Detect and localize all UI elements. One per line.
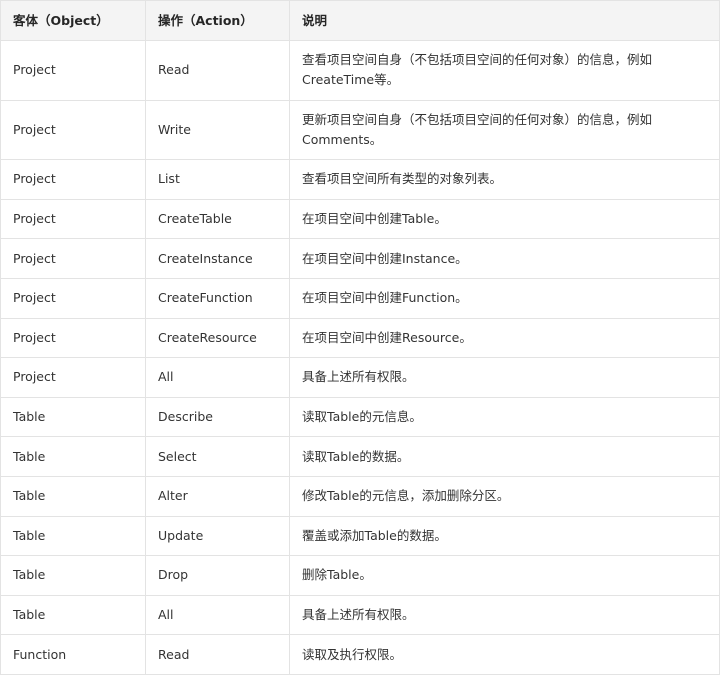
header-object: 客体（Object） (0, 0, 146, 41)
table-row: Table Select 读取Table的数据。 (0, 436, 720, 477)
cell-action: Write (145, 99, 290, 161)
cell-object: Table (0, 594, 146, 636)
cell-description: 修改Table的元信息，添加删除分区。 (289, 475, 720, 517)
table-row: Project CreateFunction 在项目空间中创建Function。 (0, 277, 720, 319)
cell-action: Update (145, 515, 290, 557)
cell-object: Project (0, 40, 146, 101)
table-row: Table Alter 修改Table的元信息，添加删除分区。 (0, 475, 720, 517)
table-row: Table All 具备上述所有权限。 (0, 594, 720, 636)
cell-description: 读取及执行权限。 (289, 634, 720, 675)
cell-object: Table (0, 436, 146, 477)
cell-object: Table (0, 555, 146, 596)
table-row: Project CreateResource 在项目空间中创建Resource。 (0, 317, 720, 359)
cell-action: CreateResource (145, 317, 290, 359)
cell-action: CreateInstance (145, 238, 290, 279)
cell-object: Project (0, 277, 146, 319)
cell-description: 查看项目空间所有类型的对象列表。 (289, 159, 720, 200)
cell-description: 在项目空间中创建Instance。 (289, 238, 720, 279)
header-action: 操作（Action） (145, 0, 290, 41)
cell-action: Read (145, 634, 290, 675)
cell-description: 在项目空间中创建Table。 (289, 198, 720, 240)
cell-object: Table (0, 515, 146, 557)
cell-description: 查看项目空间自身（不包括项目空间的任何对象）的信息，例如CreateTime等。 (289, 40, 720, 101)
table-row: Project CreateTable 在项目空间中创建Table。 (0, 198, 720, 240)
cell-action: Read (145, 40, 290, 101)
cell-description: 删除Table。 (289, 555, 720, 596)
table-row: Function Read 读取及执行权限。 (0, 634, 720, 675)
cell-description: 具备上述所有权限。 (289, 357, 720, 398)
cell-description: 读取Table的数据。 (289, 436, 720, 477)
cell-object: Project (0, 357, 146, 398)
table-row: Table Describe 读取Table的元信息。 (0, 396, 720, 438)
table-row: Table Drop 删除Table。 (0, 555, 720, 596)
cell-action: List (145, 159, 290, 200)
table-row: Project All 具备上述所有权限。 (0, 357, 720, 398)
cell-action: Alter (145, 475, 290, 517)
cell-object: Table (0, 396, 146, 438)
cell-description: 在项目空间中创建Resource。 (289, 317, 720, 359)
header-description: 说明 (289, 0, 720, 41)
cell-object: Project (0, 238, 146, 279)
cell-description: 在项目空间中创建Function。 (289, 277, 720, 319)
cell-action: Select (145, 436, 290, 477)
cell-object: Project (0, 198, 146, 240)
cell-object: Project (0, 317, 146, 359)
cell-description: 具备上述所有权限。 (289, 594, 720, 636)
cell-action: Describe (145, 396, 290, 438)
cell-description: 覆盖或添加Table的数据。 (289, 515, 720, 557)
permissions-table: 客体（Object） 操作（Action） 说明 Project Read 查看… (0, 0, 720, 675)
cell-description: 读取Table的元信息。 (289, 396, 720, 438)
table-row: Project CreateInstance 在项目空间中创建Instance。 (0, 238, 720, 279)
table-row: Project Read 查看项目空间自身（不包括项目空间的任何对象）的信息，例… (0, 40, 720, 101)
table-header-row: 客体（Object） 操作（Action） 说明 (0, 0, 720, 41)
cell-object: Function (0, 634, 146, 675)
cell-description: 更新项目空间自身（不包括项目空间的任何对象）的信息，例如Comments。 (289, 99, 720, 161)
cell-action: CreateTable (145, 198, 290, 240)
table-row: Project Write 更新项目空间自身（不包括项目空间的任何对象）的信息，… (0, 99, 720, 161)
cell-object: Project (0, 159, 146, 200)
cell-action: All (145, 594, 290, 636)
cell-object: Project (0, 99, 146, 161)
cell-action: CreateFunction (145, 277, 290, 319)
cell-object: Table (0, 475, 146, 517)
table-row: Project List 查看项目空间所有类型的对象列表。 (0, 159, 720, 200)
table-row: Table Update 覆盖或添加Table的数据。 (0, 515, 720, 557)
cell-action: All (145, 357, 290, 398)
cell-action: Drop (145, 555, 290, 596)
